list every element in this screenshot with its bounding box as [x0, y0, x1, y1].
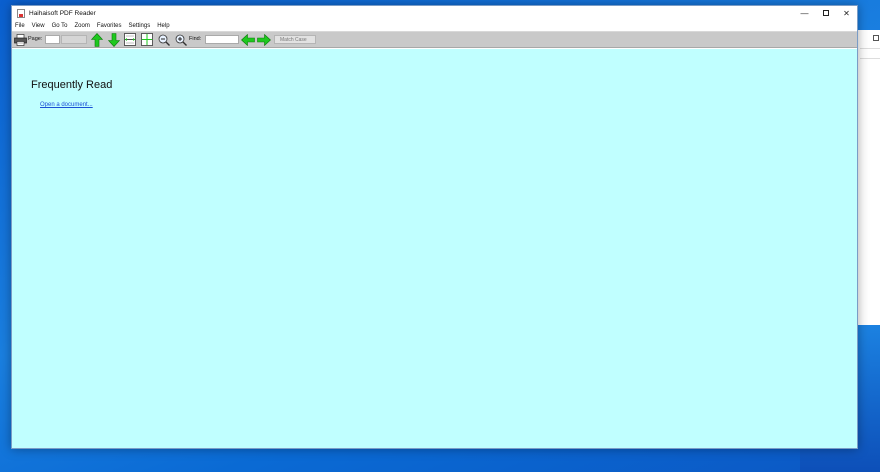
find-label: Find: [189, 36, 202, 42]
app-window: Haihaisoft PDF Reader — ✕ File View Go T… [11, 5, 858, 449]
match-case-checkbox[interactable]: Match Case [274, 35, 316, 44]
fit-page-icon [141, 33, 153, 46]
maximize-icon [873, 35, 879, 41]
background-window [855, 30, 880, 325]
next-page-arrow-down-icon [108, 32, 120, 47]
menu-bar: File View Go To Zoom Favorites Settings … [12, 21, 857, 31]
find-input[interactable] [205, 35, 239, 44]
fit-page-button[interactable] [140, 32, 154, 47]
previous-page-arrow-up-icon [91, 32, 103, 47]
match-case-label: Match Case [280, 36, 307, 43]
find-previous-button[interactable] [241, 32, 255, 47]
menu-file[interactable]: File [15, 23, 25, 29]
zoom-in-button[interactable] [174, 32, 188, 47]
zoom-in-icon [175, 34, 187, 46]
toolbar: Page: Find: Match Case [12, 31, 857, 48]
minimize-button[interactable]: — [794, 6, 815, 20]
find-previous-arrow-left-icon [241, 33, 255, 46]
document-view: Frequently Read Open a document... [12, 49, 857, 448]
maximize-icon [822, 10, 829, 16]
minimize-icon: — [800, 8, 809, 18]
menu-settings[interactable]: Settings [129, 23, 151, 29]
window-title: Haihaisoft PDF Reader [29, 9, 96, 17]
fit-width-button[interactable] [123, 32, 137, 47]
fit-width-icon [124, 33, 136, 46]
next-page-button[interactable] [107, 32, 121, 47]
page-label: Page: [28, 36, 43, 42]
maximize-button[interactable] [815, 6, 836, 20]
menu-help[interactable]: Help [157, 23, 169, 29]
pdf-app-icon [17, 8, 25, 18]
find-next-arrow-right-icon [257, 33, 271, 46]
find-next-button[interactable] [257, 32, 271, 47]
title-bar: Haihaisoft PDF Reader — ✕ [12, 6, 857, 20]
zoom-out-icon [158, 34, 170, 46]
menu-view[interactable]: View [32, 23, 45, 29]
printer-icon [13, 33, 27, 46]
previous-page-button[interactable] [90, 32, 104, 47]
zoom-out-button[interactable] [157, 32, 171, 47]
close-icon: ✕ [843, 8, 850, 18]
menu-go-to[interactable]: Go To [52, 23, 68, 29]
menu-favorites[interactable]: Favorites [97, 23, 122, 29]
page-number-input[interactable] [45, 35, 60, 44]
open-document-link[interactable]: Open a document... [40, 102, 93, 108]
print-button[interactable] [13, 32, 27, 47]
frequently-read-heading: Frequently Read [31, 79, 113, 91]
page-count-field [61, 35, 87, 44]
close-button[interactable]: ✕ [836, 6, 857, 20]
menu-zoom[interactable]: Zoom [74, 23, 89, 29]
window-controls: — ✕ [794, 6, 857, 20]
